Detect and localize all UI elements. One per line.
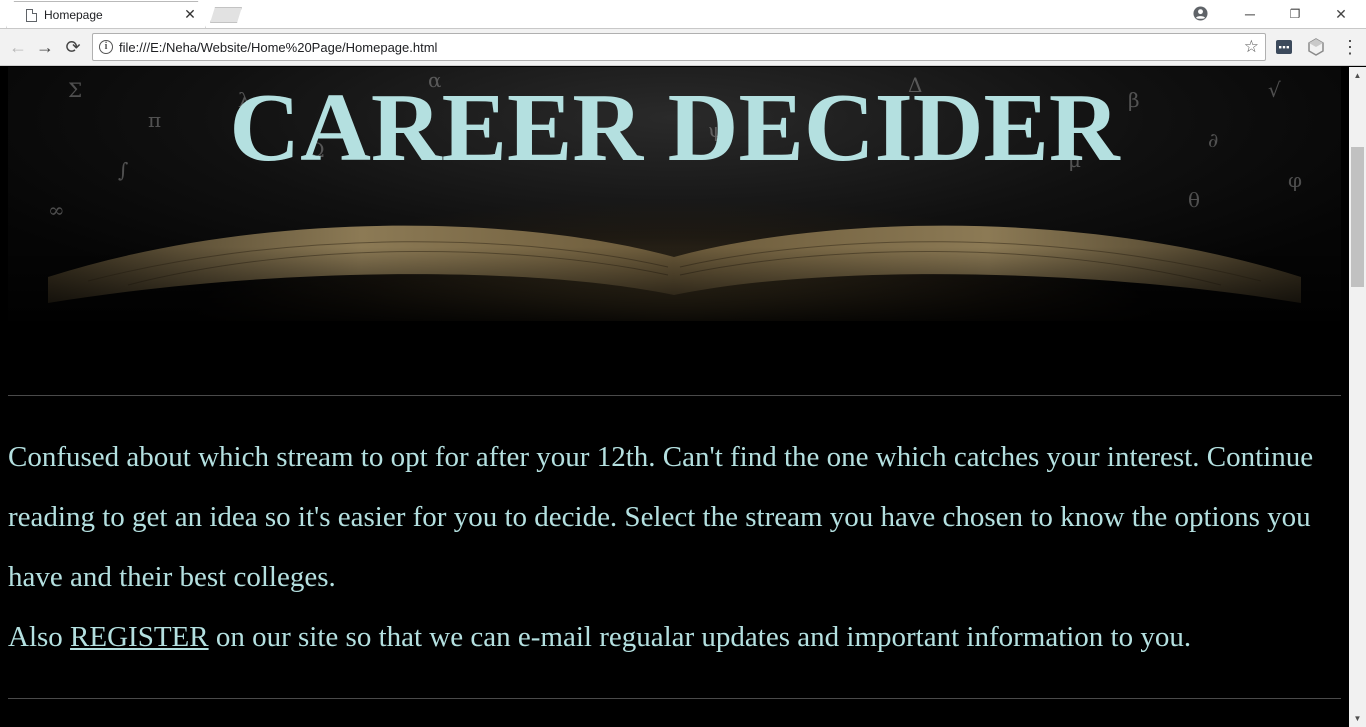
register-paragraph: Also REGISTER on our site so that we can… bbox=[8, 607, 1328, 667]
bookmark-star-icon[interactable]: ☆ bbox=[1244, 37, 1259, 57]
tab-close-icon[interactable]: ✕ bbox=[182, 6, 198, 22]
page-title: CAREER DECIDER bbox=[229, 74, 1120, 182]
top-divider bbox=[8, 395, 1341, 396]
reload-button[interactable]: ⟳ bbox=[63, 37, 83, 57]
close-window-button[interactable]: ✕ bbox=[1319, 0, 1363, 28]
intro-paragraph: Confused about which stream to opt for a… bbox=[8, 441, 1314, 593]
tab-title: Homepage bbox=[44, 8, 103, 22]
profile-icon[interactable] bbox=[1193, 6, 1208, 21]
svg-text:θ: θ bbox=[1188, 188, 1200, 212]
tab-homepage[interactable]: Homepage ✕ bbox=[6, 1, 206, 29]
register-suffix-text: on our site so that we can e-mail regual… bbox=[208, 621, 1192, 653]
address-bar[interactable]: i file:///E:/Neha/Website/Home%20Page/Ho… bbox=[92, 33, 1266, 61]
back-button[interactable]: ← bbox=[8, 37, 28, 57]
restore-button[interactable]: ❐ bbox=[1273, 0, 1317, 28]
vertical-scrollbar[interactable]: ▲ ▼ bbox=[1349, 67, 1366, 727]
scrollbar-thumb[interactable] bbox=[1351, 147, 1364, 287]
info-icon[interactable]: i bbox=[99, 40, 113, 54]
forward-button[interactable]: → bbox=[35, 37, 55, 57]
scroll-up-arrow-icon[interactable]: ▲ bbox=[1349, 67, 1366, 84]
extension-icon[interactable] bbox=[1275, 38, 1293, 56]
bottom-divider bbox=[8, 698, 1341, 699]
register-link[interactable]: REGISTER bbox=[70, 621, 209, 653]
minimize-button[interactable]: ─ bbox=[1228, 0, 1272, 28]
extension-cube-icon[interactable] bbox=[1307, 38, 1325, 56]
page-viewport: Σπ ∫ λ Ω ∞ β ∂ √ θφμ αΔψ CAREER DECIDER Confu… bbox=[0, 67, 1349, 727]
register-prefix-text: Also bbox=[8, 621, 71, 653]
svg-text:∞: ∞ bbox=[48, 198, 65, 222]
tab-strip: Homepage ✕ ─ ❐ ✕ bbox=[0, 0, 1366, 29]
scroll-down-arrow-icon[interactable]: ▼ bbox=[1349, 710, 1366, 727]
browser-toolbar: ← → ⟳ i file:///E:/Neha/Website/Home%20P… bbox=[0, 29, 1366, 66]
url-text[interactable]: file:///E:/Neha/Website/Home%20Page/Home… bbox=[119, 40, 437, 55]
new-tab-button[interactable] bbox=[210, 7, 242, 23]
hero-banner: Σπ ∫ λ Ω ∞ β ∂ √ θφμ αΔψ CAREER DECIDER bbox=[8, 67, 1341, 321]
page-icon bbox=[26, 9, 37, 22]
browser-menu-icon[interactable]: ⋮ bbox=[1341, 37, 1359, 57]
